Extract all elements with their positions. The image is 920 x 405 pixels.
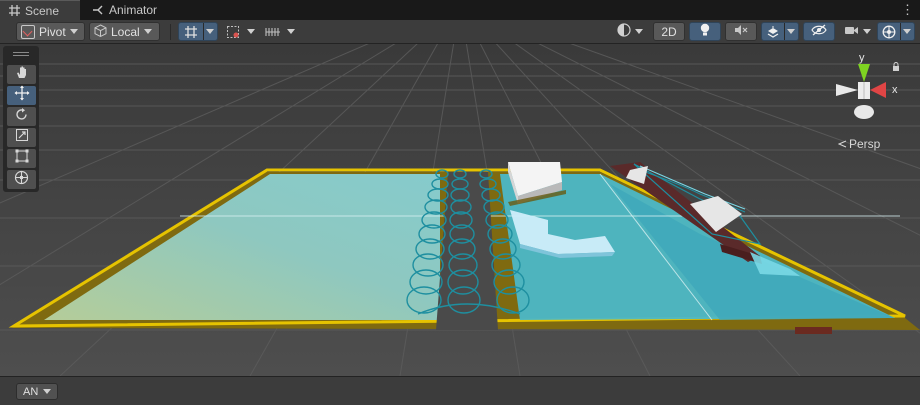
audio-muted-icon — [734, 24, 748, 39]
bottom-bar: AN — [0, 376, 920, 405]
audio-toggle-button[interactable] — [725, 22, 757, 41]
rect-transform-icon — [15, 149, 29, 168]
overlay-dropdown[interactable]: AN — [16, 383, 59, 400]
gizmo-y-label: y — [859, 52, 865, 64]
hand-tool-button[interactable] — [7, 65, 36, 84]
lock-icon[interactable] — [892, 58, 900, 76]
chevron-down-icon — [43, 389, 52, 394]
rotate-icon — [14, 107, 29, 127]
chevron-down-icon[interactable] — [202, 23, 217, 40]
grid-snap-button[interactable] — [178, 22, 218, 41]
rotate-tool-button[interactable] — [7, 107, 36, 126]
palette-grip[interactable] — [13, 52, 29, 53]
grid-icon — [6, 3, 22, 19]
perspective-icon — [837, 137, 847, 151]
tab-scene-label: Scene — [25, 3, 60, 18]
pivot-label: Pivot — [39, 24, 66, 39]
chevron-down-icon[interactable] — [899, 23, 914, 40]
pivot-dropdown[interactable]: Pivot — [16, 22, 85, 41]
move-icon — [14, 85, 30, 106]
scale-tool-button[interactable] — [7, 128, 36, 147]
hidden-objects-toggle[interactable] — [803, 22, 835, 41]
increment-snap-button[interactable] — [222, 22, 258, 41]
projection-label: Persp — [849, 137, 881, 151]
snap-grid-icon — [179, 23, 203, 40]
gizmos-button[interactable] — [877, 22, 915, 41]
tab-bar: Scene Animator ⋮ — [0, 0, 920, 20]
separator — [170, 24, 171, 40]
hand-icon — [15, 65, 29, 84]
chevron-down-icon[interactable] — [783, 23, 798, 40]
chevron-down-icon[interactable] — [243, 23, 257, 40]
space-label: Local — [111, 24, 140, 39]
tool-palette — [3, 46, 39, 192]
sphere-icon — [617, 23, 631, 40]
space-dropdown[interactable]: Local — [89, 22, 160, 41]
ruler-icon — [263, 23, 283, 40]
camera-settings-dropdown[interactable] — [839, 22, 875, 41]
chevron-down-icon — [143, 29, 152, 34]
tab-animator-label: Animator — [109, 3, 158, 17]
tab-scene[interactable]: Scene — [0, 0, 80, 20]
snap-settings-button[interactable] — [262, 22, 298, 41]
tab-animator[interactable]: Animator — [84, 0, 174, 20]
projection-toggle[interactable]: Persp — [837, 137, 881, 151]
rect-tool-button[interactable] — [7, 149, 36, 168]
scene-viewport[interactable] — [0, 44, 920, 376]
more-options-icon[interactable]: ⋮ — [901, 2, 914, 18]
gizmo-x-label: x — [892, 84, 898, 96]
toggle-2d-button[interactable]: 2D — [653, 22, 685, 41]
cube-icon — [94, 23, 107, 40]
gizmo-globe-icon — [878, 23, 900, 40]
effects-icon — [762, 23, 784, 40]
overlay-dropdown-value: AN — [23, 385, 39, 398]
effects-button[interactable] — [761, 22, 799, 41]
chevron-down-icon[interactable] — [283, 23, 297, 40]
move-tool-button[interactable] — [7, 85, 36, 106]
lightbulb-icon — [699, 23, 711, 40]
camera-icon — [844, 25, 859, 39]
transform-tool-button[interactable] — [7, 170, 36, 189]
scale-icon — [15, 128, 29, 147]
toggle-2d-label: 2D — [661, 24, 677, 39]
eye-slash-icon — [811, 24, 827, 39]
shading-mode-dropdown[interactable] — [612, 22, 649, 41]
increment-snap-icon — [223, 23, 243, 40]
chevron-down-icon — [69, 29, 78, 34]
scene-render — [0, 44, 920, 376]
transform-icon — [14, 170, 29, 190]
scene-toolbar: Pivot Local 2D — [0, 20, 920, 44]
animator-icon — [90, 2, 106, 18]
lighting-toggle-button[interactable] — [689, 22, 721, 41]
chevron-down-icon — [635, 29, 643, 34]
pivot-icon — [21, 24, 35, 39]
chevron-down-icon — [863, 29, 871, 34]
